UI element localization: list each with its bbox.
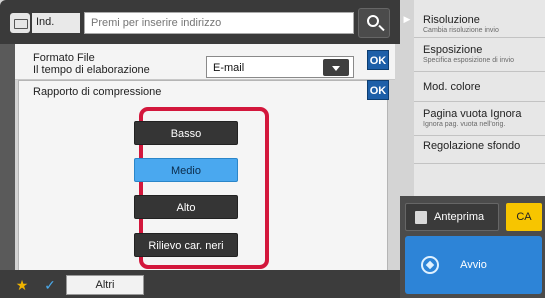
compression-title: Rapporto di compressione [33,86,162,98]
search-icon [367,15,379,27]
option-basso-button[interactable]: Basso [134,121,238,145]
format-panel: Formato File Il tempo di elaborazione E-… [15,44,395,80]
format-file-label: Formato File [33,52,95,64]
menu-item-label: Regolazione sfondo [423,140,521,152]
menu-item-sublabel: Ignora pag. vuota nell'orig. [423,121,506,128]
menu-item-esposizione[interactable]: Esposizione Specifica esposizione di inv… [414,38,545,72]
menu-item-mod-colore[interactable]: Mod. colore [414,72,545,102]
menu-item-label: Mod. colore [423,81,481,93]
format-ok-button[interactable]: OK [367,50,389,70]
processing-time-label: Il tempo di elaborazione [33,64,150,76]
option-alto-button[interactable]: Alto [134,195,238,219]
menu-item-label: Pagina vuota Ignora [423,108,522,120]
menu-item-label: Risoluzione [423,14,480,26]
menu-item-pagina-vuota[interactable]: Pagina vuota Ignora Ignora pag. vuota ne… [414,102,545,136]
compression-ok-button[interactable]: OK [367,80,389,100]
ind-label: Ind. [32,13,80,33]
format-select[interactable]: E-mail [206,56,354,78]
option-rilievo-button[interactable]: Rilievo car. neri [134,233,238,257]
altri-button[interactable]: Altri [66,275,144,295]
expand-arrow-icon[interactable]: ▶ [400,14,414,28]
ca-button[interactable]: CA [506,203,542,231]
preview-label: Anteprima [434,211,485,223]
menu-item-label: Esposizione [423,44,483,56]
menu-item-sublabel: Specifica esposizione di invio [423,57,515,64]
menu-item-sublabel: Cambia risoluzione invio [423,27,499,34]
left-pane-edge [0,44,15,298]
start-button[interactable]: Avvio [405,236,542,294]
preview-icon [415,211,427,224]
search-button[interactable] [358,8,390,38]
preview-button[interactable]: Anteprima [405,203,499,231]
start-label: Avvio [460,259,487,271]
star-icon[interactable]: ★ [10,275,34,295]
settings-menu: Risoluzione Cambia risoluzione invio Esp… [414,0,545,196]
format-select-value: E-mail [213,62,245,74]
menu-item-regolazione-sfondo[interactable]: Regolazione sfondo [414,136,545,164]
start-icon [421,256,439,274]
chevron-down-icon[interactable] [323,59,349,76]
menu-item-risoluzione[interactable]: Risoluzione Cambia risoluzione invio [414,0,545,38]
option-medio-button[interactable]: Medio [134,158,238,182]
address-input[interactable] [84,12,354,34]
check-icon[interactable]: ✓ [38,275,62,295]
address-book-icon[interactable] [10,13,30,33]
